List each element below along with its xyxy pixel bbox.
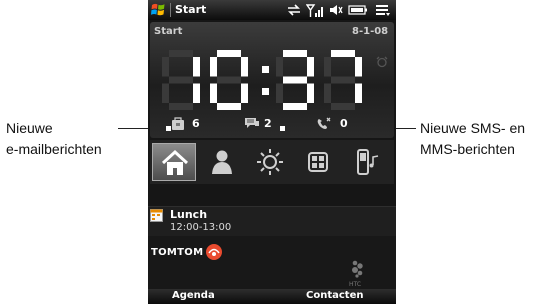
menu-icon[interactable]	[374, 2, 392, 18]
status-bar: Start	[148, 0, 396, 20]
battery-icon[interactable]	[348, 2, 368, 18]
home-icon	[161, 149, 189, 175]
agenda-title: Lunch	[170, 208, 208, 221]
tab-weather[interactable]	[248, 143, 292, 181]
clock-segment	[324, 57, 331, 77]
clock-segment	[241, 57, 248, 77]
clock-segment	[193, 57, 200, 77]
clock-segment	[217, 76, 241, 84]
sync-arrows-icon[interactable]	[286, 2, 302, 18]
clock-segment	[331, 76, 355, 84]
tab-home[interactable]	[152, 143, 196, 181]
clock-segment	[169, 50, 193, 57]
clock-segment	[162, 83, 169, 103]
email-count: 6	[192, 117, 200, 130]
email-icon[interactable]	[170, 117, 186, 131]
signal-icon[interactable]	[306, 2, 324, 18]
callout-new-email-line1: Nieuwe	[6, 120, 53, 136]
clock-segment	[241, 83, 248, 103]
phone-screen: Start Start 8-1-08 6 2 0 Lunch 12:00-13:…	[148, 0, 396, 304]
clock-panel[interactable]: Start 8-1-08 6 2 0	[150, 22, 394, 138]
clock-segment	[307, 57, 314, 77]
callout-new-sms-line2: MMS-berichten	[420, 141, 515, 157]
launcher-grid-icon	[308, 152, 328, 172]
clock-segment	[169, 76, 193, 84]
missed-calls-count: 0	[340, 117, 348, 130]
clock-segment	[283, 103, 307, 110]
window-title: Start	[175, 3, 207, 16]
softkey-bar: Agenda Contacten	[148, 289, 396, 304]
windows-start-icon[interactable]	[150, 2, 166, 18]
sms-icon[interactable]	[244, 117, 260, 131]
clock-segment	[307, 83, 314, 103]
clock-colon-dot	[262, 66, 269, 73]
clock-colon-dot	[262, 88, 269, 95]
callout-new-sms-line1: Nieuwe SMS- en	[420, 120, 526, 136]
clock-segment	[210, 57, 217, 77]
missed-call-icon[interactable]	[316, 117, 332, 131]
status-divider	[170, 3, 171, 17]
callout-new-email-line2: e-mailberichten	[6, 141, 102, 157]
contacts-icon	[212, 150, 232, 174]
softkey-contacten[interactable]: Contacten	[306, 290, 363, 301]
music-phone-icon	[357, 149, 379, 175]
clock-segment	[355, 57, 362, 77]
calendar-icon	[150, 209, 163, 222]
weather-sun-icon	[257, 149, 283, 175]
volume-icon[interactable]	[328, 2, 344, 18]
callout-dot-right	[280, 126, 285, 131]
clock-segment	[283, 76, 307, 84]
alarm-clock-icon	[376, 56, 388, 68]
tomtom-panel[interactable]: TOMTOM HTC	[148, 236, 396, 290]
sms-count: 2	[264, 117, 272, 130]
tab-strip	[150, 140, 394, 184]
clock-segment	[276, 83, 283, 103]
clock-segment	[331, 103, 355, 110]
tomtom-logo-text: TOMTOM	[151, 247, 204, 258]
agenda-time: 12:00-13:00	[170, 222, 232, 233]
clock-segment	[169, 103, 193, 110]
clock-date: 8-1-08	[352, 26, 389, 37]
callout-new-sms: Nieuwe SMS- en MMS-berichten	[420, 118, 525, 160]
agenda-item[interactable]: Lunch 12:00-13:00	[148, 206, 396, 238]
softkey-agenda[interactable]: Agenda	[172, 290, 215, 301]
tab-music[interactable]	[344, 143, 388, 181]
htc-logo-icon: HTC	[349, 260, 363, 288]
clock-segment	[324, 83, 331, 103]
clock-segment	[217, 103, 241, 110]
clock-segment	[217, 50, 241, 57]
clock-segment	[162, 57, 169, 77]
clock-time-display	[162, 50, 362, 110]
clock-segment	[276, 57, 283, 77]
tab-contacts[interactable]	[200, 143, 244, 181]
clock-segment	[283, 50, 307, 57]
clock-segment	[355, 83, 362, 103]
callout-new-email: Nieuwe e-mailberichten	[6, 118, 102, 160]
callout-dot-left	[166, 126, 171, 131]
svg-text:HTC: HTC	[349, 281, 361, 288]
clock-label: Start	[154, 26, 183, 37]
tomtom-logo-icon	[206, 244, 222, 260]
clock-segment	[331, 50, 355, 57]
tab-launcher[interactable]	[296, 143, 340, 181]
clock-segment	[210, 83, 217, 103]
notification-row: 6 2 0	[150, 114, 394, 134]
clock-segment	[193, 83, 200, 103]
